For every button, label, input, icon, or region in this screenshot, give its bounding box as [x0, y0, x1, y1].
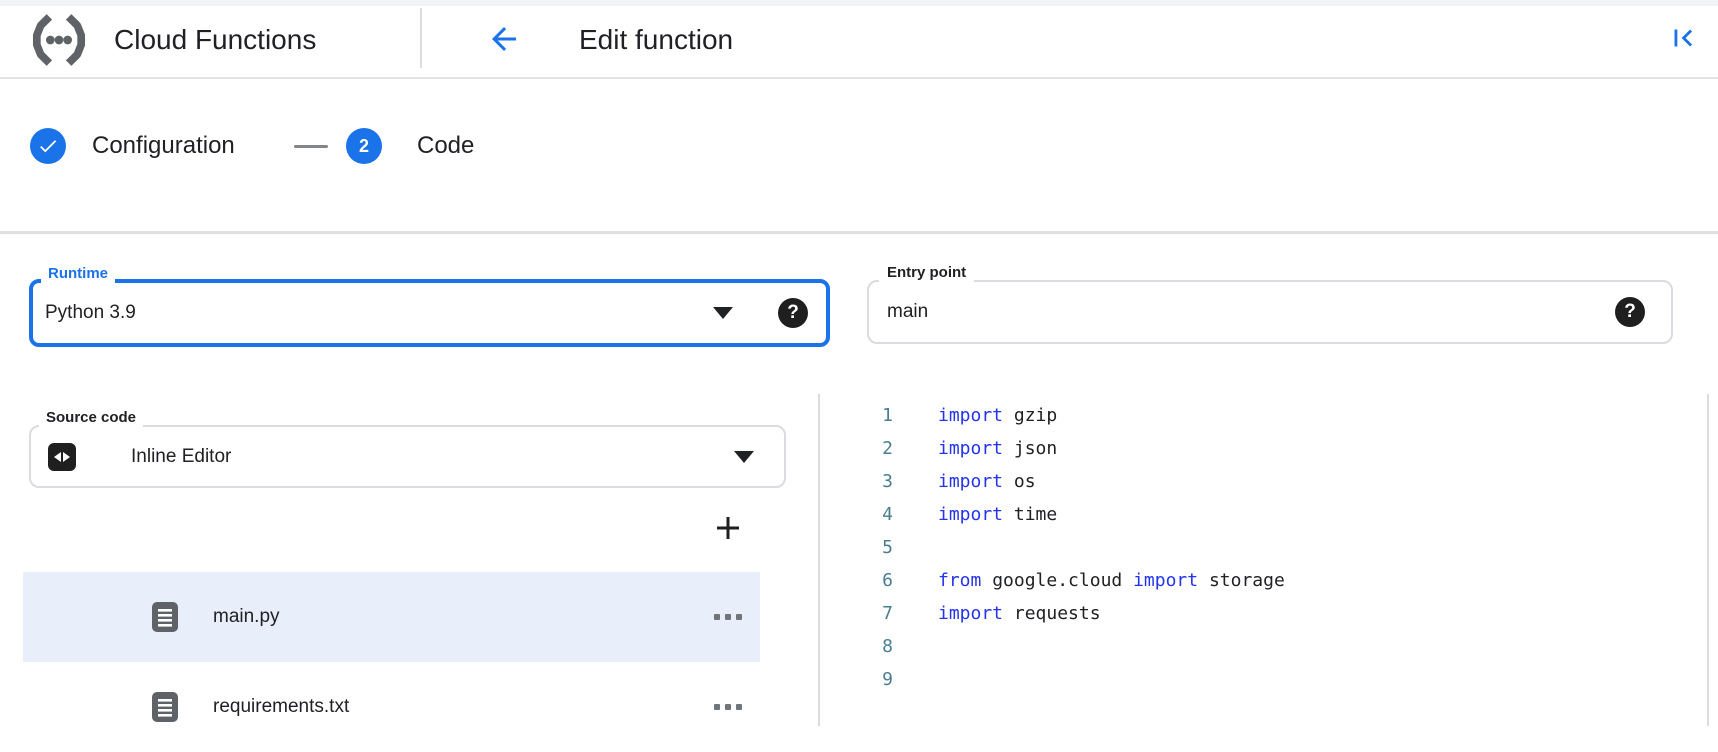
code-line: 6 from google.cloud import storage — [820, 564, 1705, 597]
step-code-indicator[interactable]: 2 — [346, 128, 382, 164]
runtime-label: Runtime — [41, 266, 115, 287]
file-overflow-menu-button[interactable] — [714, 614, 742, 620]
source-code-value: Inline Editor — [131, 446, 231, 468]
entry-point-input[interactable]: Entry point main ? — [867, 280, 1673, 344]
page-title: Edit function — [579, 24, 733, 56]
code-line: 4 import time — [820, 498, 1705, 531]
header-divider — [420, 8, 422, 68]
code-line: 7 import requests — [820, 597, 1705, 630]
runtime-select[interactable]: Runtime Python 3.9 ? — [29, 279, 830, 347]
file-row[interactable]: requirements.txt — [23, 662, 760, 752]
file-name: main.py — [213, 606, 280, 628]
line-number: 2 — [820, 438, 893, 459]
inline-editor-icon — [48, 443, 76, 471]
file-document-icon — [152, 602, 178, 632]
code-editor[interactable]: 1 import gzip 2 import json 3 import os … — [820, 399, 1705, 696]
step-configuration-indicator[interactable] — [30, 128, 66, 164]
source-code-label: Source code — [39, 410, 143, 431]
runtime-value: Python 3.9 — [45, 302, 136, 324]
back-arrow-icon[interactable] — [486, 21, 522, 57]
line-number: 8 — [820, 636, 893, 657]
edit-function-page: { "header": { "app_title": "Cloud Functi… — [0, 0, 1718, 726]
step-code-label[interactable]: Code — [417, 132, 474, 160]
step-number: 2 — [359, 136, 369, 157]
step-configuration-label[interactable]: Configuration — [92, 132, 235, 160]
line-number: 7 — [820, 603, 893, 624]
code-line: 1 import gzip — [820, 399, 1705, 432]
code-text: import json — [938, 438, 1057, 459]
caret-down-icon — [734, 451, 754, 463]
source-code-select[interactable]: Source code Inline Editor — [29, 425, 786, 488]
code-text: import requests — [938, 603, 1101, 624]
line-number: 6 — [820, 570, 893, 591]
app-title: Cloud Functions — [114, 24, 316, 56]
code-line: 3 import os — [820, 465, 1705, 498]
code-line: 9 — [820, 663, 1705, 696]
line-number: 9 — [820, 669, 893, 690]
window-top-edge — [0, 0, 1718, 6]
stepper-connector — [294, 145, 328, 148]
code-line: 2 import json — [820, 432, 1705, 465]
file-overflow-menu-button[interactable] — [714, 704, 742, 710]
entry-point-help-icon[interactable]: ? — [1615, 297, 1645, 327]
line-number: 1 — [820, 405, 893, 426]
collapse-panel-icon[interactable] — [1666, 21, 1700, 55]
code-line: 8 — [820, 630, 1705, 663]
line-number: 3 — [820, 471, 893, 492]
caret-down-icon — [713, 307, 733, 319]
header-bottom-border — [0, 77, 1718, 79]
code-text: import gzip — [938, 405, 1057, 426]
code-line: 5 — [820, 531, 1705, 564]
file-document-icon — [152, 692, 178, 722]
code-text: import time — [938, 504, 1057, 525]
code-text: from google.cloud import storage — [938, 570, 1285, 591]
file-list: main.py requirements.txt — [23, 572, 760, 752]
file-name: requirements.txt — [213, 696, 349, 718]
code-text: import os — [938, 471, 1036, 492]
line-number: 5 — [820, 537, 893, 558]
check-icon — [37, 135, 59, 157]
file-row[interactable]: main.py — [23, 572, 760, 662]
add-file-icon[interactable] — [712, 512, 744, 544]
editor-scrollbar-track[interactable] — [1707, 394, 1709, 726]
line-number: 4 — [820, 504, 893, 525]
runtime-help-icon[interactable]: ? — [778, 298, 808, 328]
entry-point-label: Entry point — [879, 265, 974, 286]
entry-point-value: main — [887, 301, 928, 323]
section-divider — [0, 231, 1718, 234]
cloud-functions-logo-icon — [28, 13, 90, 67]
